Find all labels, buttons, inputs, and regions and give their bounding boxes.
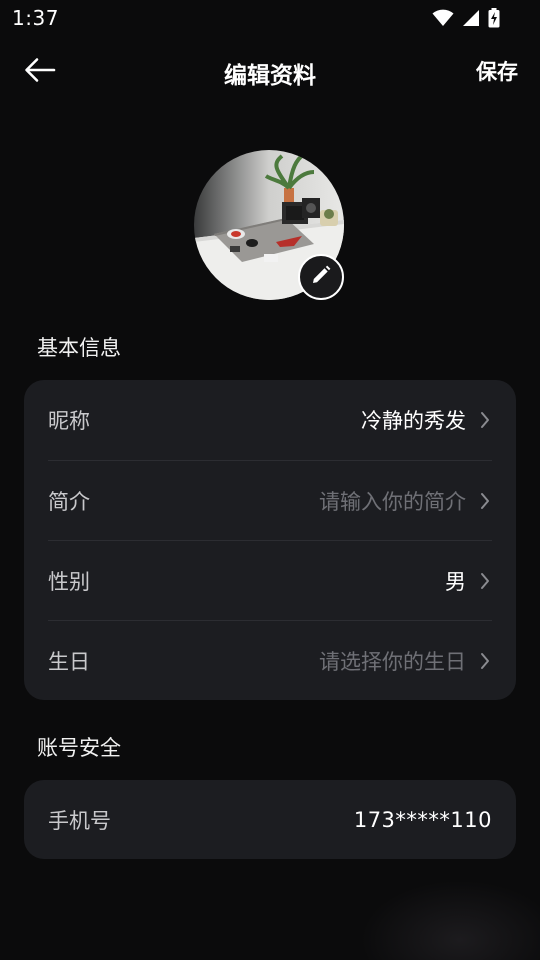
status-icons <box>432 8 500 28</box>
wifi-icon <box>432 9 454 27</box>
signal-icon <box>462 9 480 27</box>
chevron-right-icon <box>478 410 492 430</box>
phone-row[interactable]: 手机号 173*****110 <box>48 780 492 859</box>
avatar-section <box>194 150 346 302</box>
gender-value: 男 <box>445 569 466 594</box>
edit-profile-screen: 1:37 编辑资料 保存 基本信息 昵称 冷静的秀发 简介 请输入你的简介 性别… <box>0 0 540 960</box>
basic-info-heading: 基本信息 <box>37 336 121 360</box>
phone-value: 173*****110 <box>353 807 492 832</box>
chevron-right-icon <box>478 651 492 671</box>
chevron-right-icon <box>478 491 492 511</box>
status-time: 1:37 <box>12 6 59 30</box>
save-button[interactable]: 保存 <box>476 56 518 86</box>
basic-info-card: 昵称 冷静的秀发 简介 请输入你的简介 性别 男 生日 请选择你的生日 <box>24 380 516 700</box>
battery-charging-icon <box>488 8 500 28</box>
status-bar: 1:37 <box>0 0 540 36</box>
nickname-row[interactable]: 昵称 冷静的秀发 <box>48 380 492 460</box>
birthday-label: 生日 <box>48 649 90 674</box>
page-title: 编辑资料 <box>224 63 316 89</box>
gender-label: 性别 <box>48 569 90 594</box>
corner-glow <box>360 880 540 960</box>
gender-row[interactable]: 性别 男 <box>48 540 492 620</box>
bio-placeholder: 请输入你的简介 <box>319 489 466 514</box>
birthday-placeholder: 请选择你的生日 <box>319 649 466 674</box>
bio-row[interactable]: 简介 请输入你的简介 <box>48 460 492 540</box>
bio-label: 简介 <box>48 489 90 514</box>
phone-label: 手机号 <box>48 808 111 833</box>
nickname-value: 冷静的秀发 <box>361 409 466 433</box>
account-security-heading: 账号安全 <box>37 736 121 760</box>
account-security-card: 手机号 173*****110 <box>24 780 516 859</box>
top-app-bar: 编辑资料 保存 <box>0 44 540 98</box>
birthday-row[interactable]: 生日 请选择你的生日 <box>48 620 492 700</box>
nickname-label: 昵称 <box>48 409 90 433</box>
pencil-icon <box>311 265 331 289</box>
chevron-right-icon <box>478 571 492 591</box>
avatar-edit-button[interactable] <box>298 254 344 300</box>
